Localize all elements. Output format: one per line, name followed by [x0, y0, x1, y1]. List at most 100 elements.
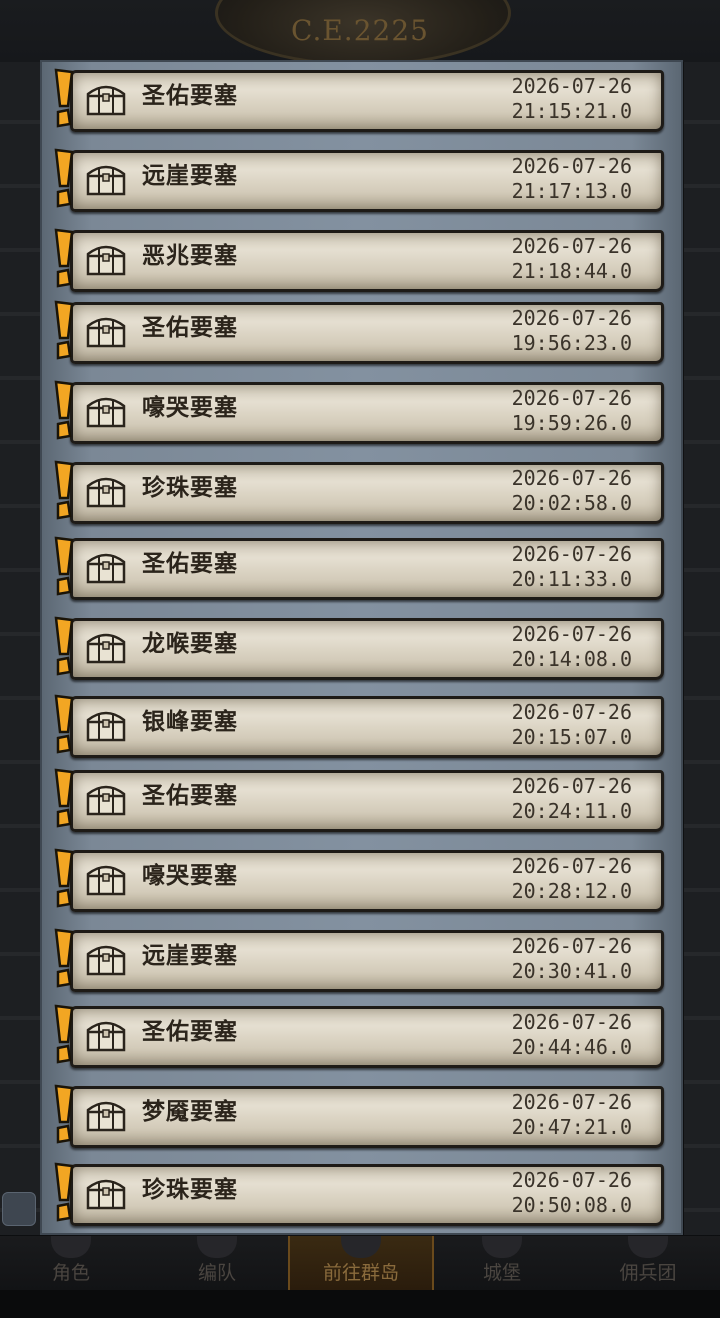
- fortress-name: 远崖要塞: [142, 163, 238, 189]
- record-date: 2026-07-26: [511, 1010, 632, 1034]
- list-item[interactable]: 珍珠要塞 2026-07-26 20:02:58.0: [48, 458, 664, 524]
- list-item[interactable]: 龙喉要塞 2026-07-26 20:14:08.0: [48, 614, 664, 680]
- record-time: 20:44:46.0: [511, 1035, 632, 1059]
- exclamation-icon: [54, 694, 74, 754]
- record-date: 2026-07-26: [511, 306, 632, 330]
- nav-item-label: 城堡: [482, 1262, 521, 1284]
- game-screen: C.E.2225 圣佑要塞 2026-07-26 21:15:21.0 远崖要塞 202…: [0, 0, 720, 1318]
- list-item[interactable]: 嚎哭要塞 2026-07-26 19:59:26.0: [48, 378, 664, 444]
- fortress-name: 珍珠要塞: [142, 475, 238, 501]
- nav-item-go-to-islands[interactable]: 前往群岛: [288, 1236, 434, 1290]
- exclamation-icon: [54, 300, 74, 360]
- record-date: 2026-07-26: [511, 1090, 632, 1114]
- exclamation-icon: [54, 928, 74, 988]
- record-date: 2026-07-26: [511, 154, 632, 178]
- treasure-chest-icon: [86, 317, 126, 348]
- list-item[interactable]: 梦魇要塞 2026-07-26 20:47:21.0: [48, 1082, 664, 1148]
- record-date: 2026-07-26: [511, 466, 632, 490]
- exclamation-icon: [54, 536, 74, 596]
- fortress-name: 龙喉要塞: [142, 631, 238, 657]
- right-background-wall: [684, 60, 720, 1235]
- treasure-chest-icon: [86, 553, 126, 584]
- treasure-chest-icon: [86, 1021, 126, 1052]
- nav-item-mercenary-corps[interactable]: 佣兵团: [593, 1236, 703, 1290]
- record-time: 20:47:21.0: [511, 1115, 632, 1139]
- record-time: 19:56:23.0: [511, 331, 632, 355]
- exclamation-icon: [54, 768, 74, 828]
- list-item[interactable]: 圣佑要塞 2026-07-26 19:56:23.0: [48, 298, 664, 364]
- record-time: 20:28:12.0: [511, 879, 632, 903]
- record-date: 2026-07-26: [511, 542, 632, 566]
- treasure-chest-icon: [86, 785, 126, 816]
- fortress-name: 圣佑要塞: [142, 1019, 238, 1045]
- treasure-chest-icon: [86, 1179, 126, 1210]
- record-date: 2026-07-26: [511, 74, 632, 98]
- fortress-record-list[interactable]: 圣佑要塞 2026-07-26 21:15:21.0 远崖要塞 2026-07-26 21…: [40, 60, 683, 1235]
- search-icon[interactable]: [2, 1192, 36, 1226]
- list-item[interactable]: 远崖要塞 2026-07-26 21:17:13.0: [48, 146, 664, 212]
- record-time: 20:24:11.0: [511, 799, 632, 823]
- era-label: C.E.2225: [291, 14, 429, 47]
- fortress-name: 圣佑要塞: [142, 83, 238, 109]
- list-item[interactable]: 圣佑要塞 2026-07-26 20:11:33.0: [48, 534, 664, 600]
- list-item[interactable]: 珍珠要塞 2026-07-26 20:50:08.0: [48, 1160, 664, 1226]
- left-background-wall: [0, 60, 40, 1235]
- record-time: 20:02:58.0: [511, 491, 632, 515]
- treasure-chest-icon: [86, 165, 126, 196]
- islands-icon: [341, 1236, 381, 1258]
- record-date: 2026-07-26: [511, 700, 632, 724]
- exclamation-icon: [54, 1004, 74, 1064]
- fortress-name: 圣佑要塞: [142, 783, 238, 809]
- exclamation-icon: [54, 848, 74, 908]
- treasure-chest-icon: [86, 85, 126, 116]
- fortress-name: 珍珠要塞: [142, 1177, 238, 1203]
- treasure-chest-icon: [86, 1101, 126, 1132]
- castle-icon: [482, 1236, 522, 1258]
- nav-item-label: 编队: [197, 1262, 236, 1284]
- list-item[interactable]: 嚎哭要塞 2026-07-26 20:28:12.0: [48, 846, 664, 912]
- fortress-name: 银峰要塞: [142, 709, 238, 735]
- exclamation-icon: [54, 616, 74, 676]
- nav-item-formation[interactable]: 编队: [162, 1236, 272, 1290]
- list-item[interactable]: 圣佑要塞 2026-07-26 20:24:11.0: [48, 766, 664, 832]
- record-time: 20:50:08.0: [511, 1193, 632, 1217]
- exclamation-icon: [54, 68, 74, 128]
- fortress-name: 梦魇要塞: [142, 1099, 238, 1125]
- treasure-chest-icon: [86, 477, 126, 508]
- nav-item-label: 角色: [51, 1262, 90, 1284]
- exclamation-icon: [54, 460, 74, 520]
- treasure-chest-icon: [86, 633, 126, 664]
- top-header: C.E.2225: [0, 0, 720, 66]
- list-item[interactable]: 银峰要塞 2026-07-26 20:15:07.0: [48, 692, 664, 758]
- record-time: 20:30:41.0: [511, 959, 632, 983]
- record-date: 2026-07-26: [511, 934, 632, 958]
- exclamation-icon: [54, 1162, 74, 1222]
- bottom-nav: 角色 编队 前往群岛 城堡 佣兵团: [0, 1236, 720, 1290]
- fortress-name: 圣佑要塞: [142, 315, 238, 341]
- formation-icon: [197, 1236, 237, 1258]
- exclamation-icon: [54, 1084, 74, 1144]
- exclamation-icon: [54, 380, 74, 440]
- exclamation-icon: [54, 148, 74, 208]
- record-date: 2026-07-26: [511, 622, 632, 646]
- treasure-chest-icon: [86, 397, 126, 428]
- record-date: 2026-07-26: [511, 386, 632, 410]
- record-date: 2026-07-26: [511, 1168, 632, 1192]
- fortress-name: 嚎哭要塞: [142, 395, 238, 421]
- list-item[interactable]: 远崖要塞 2026-07-26 20:30:41.0: [48, 926, 664, 992]
- list-item[interactable]: 恶兆要塞 2026-07-26 21:18:44.0: [48, 226, 664, 292]
- treasure-chest-icon: [86, 711, 126, 742]
- record-time: 20:11:33.0: [511, 567, 632, 591]
- list-item[interactable]: 圣佑要塞 2026-07-26 20:44:46.0: [48, 1002, 664, 1068]
- character-icon: [51, 1236, 91, 1258]
- record-time: 20:15:07.0: [511, 725, 632, 749]
- record-date: 2026-07-26: [511, 854, 632, 878]
- fortress-name: 远崖要塞: [142, 943, 238, 969]
- nav-item-character[interactable]: 角色: [16, 1236, 126, 1290]
- list-item[interactable]: 圣佑要塞 2026-07-26 21:15:21.0: [48, 66, 664, 132]
- treasure-chest-icon: [86, 245, 126, 276]
- record-date: 2026-07-26: [511, 774, 632, 798]
- fortress-name: 圣佑要塞: [142, 551, 238, 577]
- record-date: 2026-07-26: [511, 234, 632, 258]
- nav-item-castle[interactable]: 城堡: [447, 1236, 557, 1290]
